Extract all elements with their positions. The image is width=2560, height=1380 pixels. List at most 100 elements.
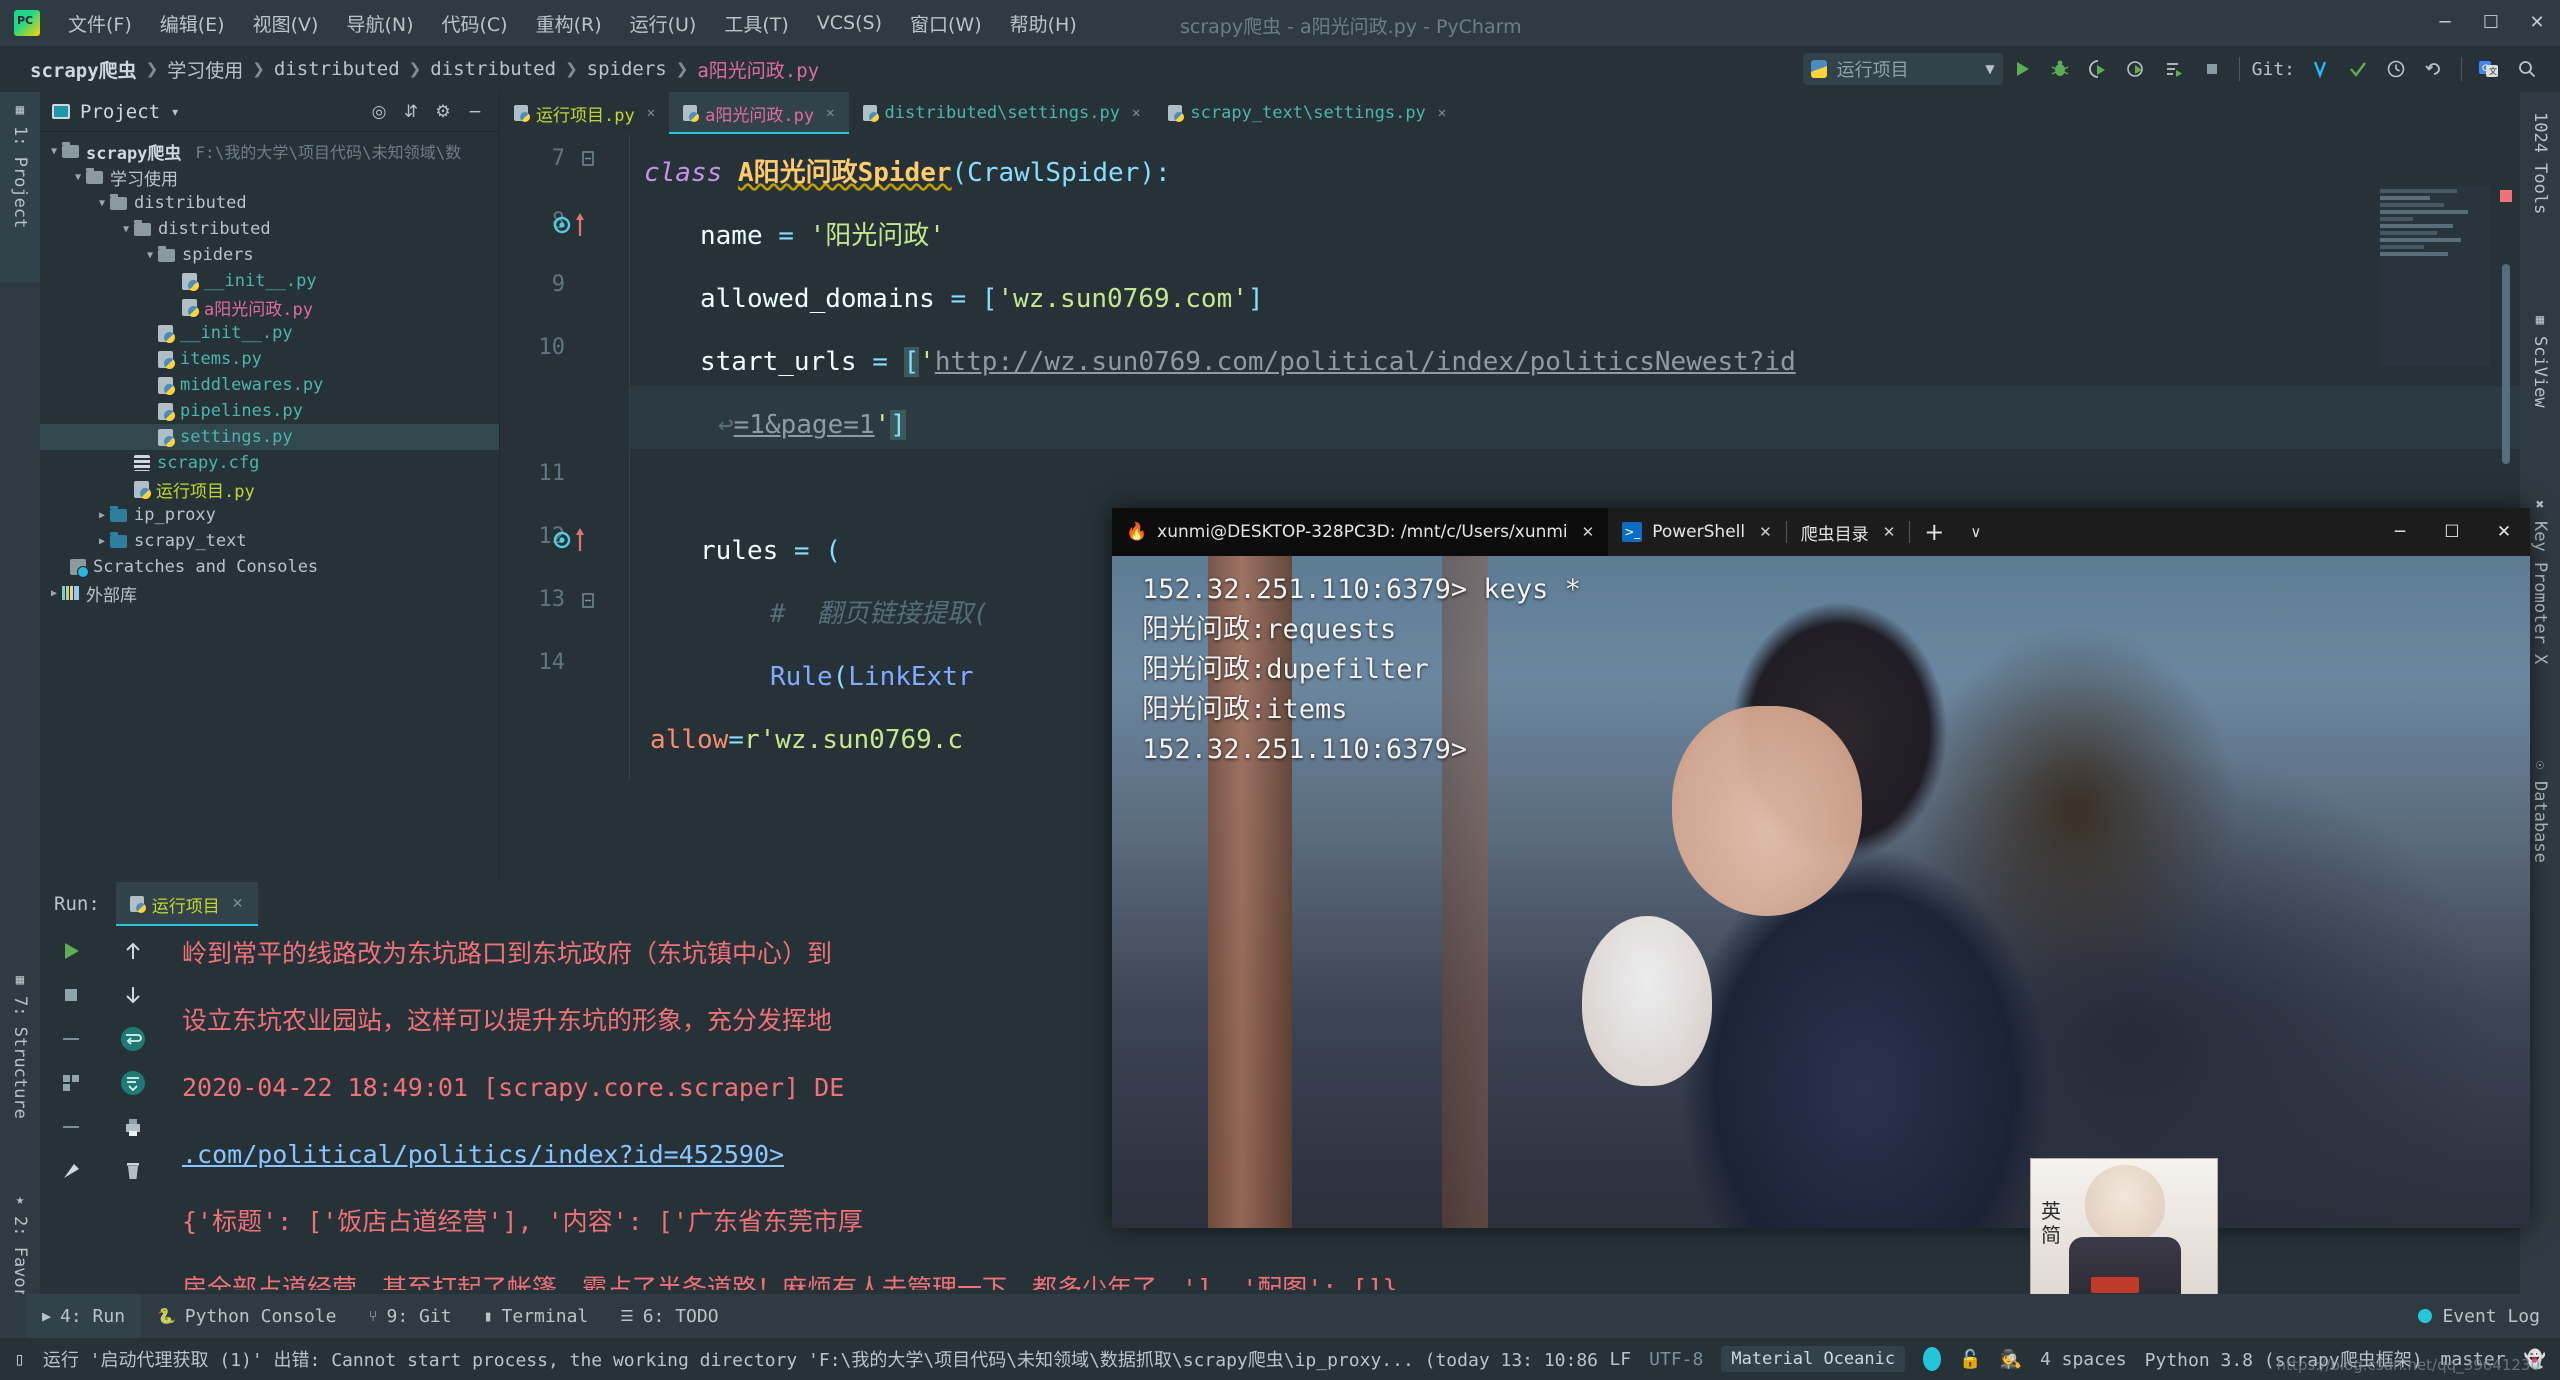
run-tests-button[interactable] bbox=[2155, 50, 2193, 88]
tree-row[interactable]: 运行项目.py bbox=[40, 476, 499, 502]
tab-run[interactable]: ▶ 4: Run bbox=[26, 1294, 142, 1338]
run-gutter-icon[interactable] bbox=[552, 212, 598, 242]
run-button[interactable] bbox=[2003, 50, 2041, 88]
search-everywhere-button[interactable] bbox=[2508, 50, 2546, 88]
desktop-pet-widget[interactable]: 英简 bbox=[2030, 1158, 2218, 1311]
tree-row[interactable]: settings.py bbox=[40, 424, 499, 450]
history-button[interactable] bbox=[2377, 50, 2415, 88]
update-project-button[interactable] bbox=[2301, 50, 2339, 88]
rerun-button[interactable] bbox=[54, 934, 88, 968]
expand-arrow-icon[interactable]: ▼ bbox=[94, 198, 110, 209]
terminal-close-button[interactable]: ✕ bbox=[2478, 508, 2530, 556]
run-gutter-icon[interactable] bbox=[552, 527, 598, 557]
run-tab[interactable]: 运行项目 ✕ bbox=[115, 882, 258, 926]
expand-arrow-icon[interactable]: ▼ bbox=[118, 224, 134, 235]
tree-row[interactable]: items.py bbox=[40, 346, 499, 372]
console-link[interactable]: .com/political/politics/index?id=452590> bbox=[182, 1121, 784, 1188]
close-icon[interactable]: ✕ bbox=[1132, 105, 1140, 121]
close-icon[interactable]: ✕ bbox=[1759, 523, 1772, 541]
tree-row[interactable]: ▶ scrapy_text bbox=[40, 528, 499, 554]
tab-run-project[interactable]: 运行项目.py ✕ bbox=[500, 92, 669, 134]
code-fold-icon[interactable] bbox=[580, 150, 596, 172]
scroll-to-end-button[interactable] bbox=[116, 1066, 150, 1100]
tree-row[interactable]: ▼ 学习使用 bbox=[40, 164, 499, 190]
terminal-tab-powershell[interactable]: >_ PowerShell ✕ bbox=[1608, 508, 1785, 556]
sidebar-item-sciview[interactable]: ▦ SciView bbox=[2520, 302, 2560, 477]
tree-row[interactable]: middlewares.py bbox=[40, 372, 499, 398]
breadcrumb-item-file[interactable]: a阳光问政.py bbox=[697, 56, 819, 83]
sidebar-item-project[interactable]: ▦ 1: Project bbox=[0, 92, 40, 282]
terminal-minimize-button[interactable]: ─ bbox=[2374, 508, 2426, 556]
menu-run[interactable]: 运行(U) bbox=[616, 6, 711, 41]
tab-distributed-settings[interactable]: distributed\settings.py ✕ bbox=[849, 92, 1155, 134]
up-stack-button[interactable] bbox=[116, 934, 150, 968]
pin-button[interactable] bbox=[54, 1154, 88, 1188]
stop-button[interactable] bbox=[2193, 50, 2231, 88]
collapse-arrow-icon[interactable]: ▶ bbox=[46, 588, 62, 599]
editor-gutter[interactable]: 7 8 9 10 11 12 13 14 bbox=[500, 134, 630, 814]
tree-row[interactable]: __init__.py bbox=[40, 268, 499, 294]
windows-terminal-window[interactable]: 🔥 xunmi@DESKTOP-328PC3D: /mnt/c/Users/xu… bbox=[1112, 508, 2530, 1228]
debug-button[interactable] bbox=[2041, 50, 2079, 88]
tree-row[interactable]: scrapy.cfg bbox=[40, 450, 499, 476]
error-stripe-marker[interactable] bbox=[2500, 190, 2512, 202]
tree-row[interactable]: ▼ spiders bbox=[40, 242, 499, 268]
print-button[interactable] bbox=[116, 1110, 150, 1144]
theme-indicator[interactable]: Material Oceanic bbox=[1721, 1346, 1906, 1372]
chevron-down-icon[interactable]: ∨ bbox=[1958, 508, 1993, 556]
close-button[interactable]: ✕ bbox=[2514, 0, 2560, 46]
expand-arrow-icon[interactable]: ▼ bbox=[70, 172, 86, 183]
close-icon[interactable]: ✕ bbox=[647, 105, 655, 121]
crosshair-icon[interactable]: ◎ bbox=[363, 102, 395, 122]
url-literal[interactable]: http://wz.sun0769.com/political/index/po… bbox=[935, 347, 1796, 377]
down-stack-button[interactable] bbox=[116, 978, 150, 1012]
translate-button[interactable]: G文 bbox=[2470, 50, 2508, 88]
tree-row[interactable]: pipelines.py bbox=[40, 398, 499, 424]
line-separator-indicator[interactable]: LF bbox=[1609, 1349, 1631, 1370]
breadcrumb-item-spiders[interactable]: spiders bbox=[587, 58, 667, 80]
close-icon[interactable]: ✕ bbox=[1438, 105, 1446, 121]
soft-wrap-button[interactable] bbox=[116, 1022, 150, 1056]
menu-edit[interactable]: 编辑(E) bbox=[146, 6, 239, 41]
chevron-down-icon[interactable]: ▾ bbox=[172, 105, 178, 119]
expand-arrow-icon[interactable]: ▼ bbox=[46, 146, 62, 157]
breadcrumb-item-project[interactable]: scrapy爬虫 bbox=[30, 56, 137, 83]
collapse-all-icon[interactable]: ⇵ bbox=[395, 102, 427, 122]
breadcrumb-item-study[interactable]: 学习使用 bbox=[167, 56, 243, 83]
clear-all-button[interactable] bbox=[116, 1154, 150, 1188]
tree-row[interactable]: ▼ distributed bbox=[40, 190, 499, 216]
breadcrumb-item-distributed-1[interactable]: distributed bbox=[274, 58, 400, 80]
menu-tools[interactable]: 工具(T) bbox=[710, 6, 802, 41]
stop-button[interactable] bbox=[54, 978, 88, 1012]
close-icon[interactable]: ✕ bbox=[232, 896, 244, 912]
collapse-arrow-icon[interactable]: ▶ bbox=[94, 510, 110, 521]
layout-button[interactable] bbox=[54, 1066, 88, 1100]
encoding-indicator[interactable]: UTF-8 bbox=[1649, 1349, 1703, 1370]
rollback-button[interactable] bbox=[2415, 50, 2453, 88]
tree-row[interactable]: ▼ distributed bbox=[40, 216, 499, 242]
tree-row[interactable]: a阳光问政.py bbox=[40, 294, 499, 320]
terminal-maximize-button[interactable]: ☐ bbox=[2426, 508, 2478, 556]
tab-ayangguang[interactable]: a阳光问政.py ✕ bbox=[669, 92, 849, 134]
close-icon[interactable]: ✕ bbox=[826, 105, 834, 121]
menu-refactor[interactable]: 重构(R) bbox=[522, 6, 616, 41]
gear-icon[interactable]: ⚙ bbox=[427, 102, 459, 122]
menu-view[interactable]: 视图(V) bbox=[239, 6, 333, 41]
indent-indicator[interactable]: 4 spaces bbox=[2040, 1349, 2127, 1370]
editor-scrollbar[interactable] bbox=[2502, 264, 2510, 464]
collapse-arrow-icon[interactable]: ▶ bbox=[94, 536, 110, 547]
new-tab-button[interactable]: + bbox=[1910, 508, 1958, 556]
status-message[interactable]: 运行 '启动代理获取 (1)' 出错: Cannot start process… bbox=[43, 1346, 1598, 1372]
run-configuration-selector[interactable]: 运行项目 ▼ bbox=[1802, 53, 2003, 85]
commit-button[interactable] bbox=[2339, 50, 2377, 88]
tab-scrapytext-settings[interactable]: scrapy_text\settings.py ✕ bbox=[1154, 92, 1460, 134]
menu-vcs[interactable]: VCS(S) bbox=[803, 8, 896, 38]
url-continuation[interactable]: =1&page=1 bbox=[734, 410, 875, 440]
breadcrumb-item-distributed-2[interactable]: distributed bbox=[430, 58, 556, 80]
tab-git[interactable]: ⑂ 9: Git bbox=[352, 1294, 467, 1338]
inspector-icon[interactable]: 🕵 bbox=[2000, 1349, 2022, 1370]
tab-terminal[interactable]: ▮ Terminal bbox=[468, 1294, 605, 1338]
maximize-button[interactable]: ☐ bbox=[2468, 0, 2514, 46]
tab-python-console[interactable]: 🐍 Python Console bbox=[141, 1294, 352, 1338]
terminal-tab-ubuntu[interactable]: 🔥 xunmi@DESKTOP-328PC3D: /mnt/c/Users/xu… bbox=[1112, 508, 1609, 556]
